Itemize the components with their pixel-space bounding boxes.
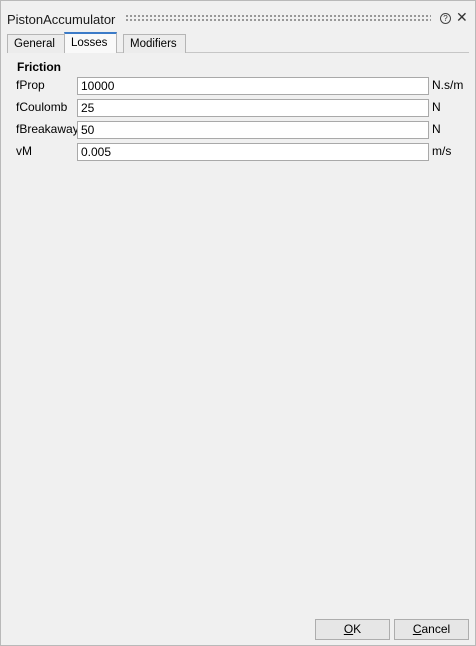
param-row-vm: vM m/s [7,143,469,161]
tab-bar: General Losses Modifiers [7,32,469,53]
param-label: fBreakaway [16,122,79,136]
help-icon[interactable]: ? [440,13,451,24]
window-title: PistonAccumulator [7,12,116,27]
tab-losses[interactable]: Losses [64,32,117,53]
param-unit: m/s [432,144,452,158]
param-row-fprop: fProp N.s/m [7,77,469,95]
dialog-window: PistonAccumulator ? ✕ General Losses Mod… [0,0,476,646]
param-label: vM [16,144,32,158]
param-unit: N [432,100,441,114]
param-row-fcoulomb: fCoulomb N [7,99,469,117]
ok-mnemonic: O [343,622,354,636]
close-icon[interactable]: ✕ [456,10,468,24]
losses-panel: Friction fProp N.s/m fCoulomb N fBreakaw… [7,53,469,605]
fbreakaway-input[interactable] [77,121,429,139]
drag-grip-icon[interactable] [125,14,431,22]
param-label: fCoulomb [16,100,68,114]
title-bar[interactable]: PistonAccumulator ? ✕ [1,1,475,31]
ok-button[interactable]: OK [315,619,390,640]
cancel-button[interactable]: Cancel [394,619,469,640]
param-label: fProp [16,78,45,92]
vm-input[interactable] [77,143,429,161]
cancel-label-rest: ancel [421,622,451,636]
tab-general[interactable]: General [7,34,65,53]
ok-label-rest: K [353,622,362,636]
tab-modifiers[interactable]: Modifiers [123,34,186,53]
fcoulomb-input[interactable] [77,99,429,117]
param-unit: N [432,122,441,136]
param-row-fbreakaway: fBreakaway N [7,121,469,139]
friction-group-title: Friction [17,60,61,74]
param-unit: N.s/m [432,78,464,92]
fprop-input[interactable] [77,77,429,95]
